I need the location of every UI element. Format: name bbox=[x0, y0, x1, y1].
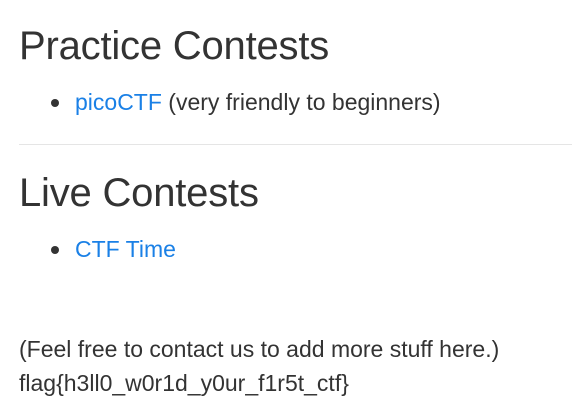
live-contests-heading: Live Contests bbox=[19, 171, 259, 215]
bullet-icon bbox=[51, 246, 59, 254]
live-contests-list: CTF Time bbox=[51, 235, 176, 263]
bullet-icon bbox=[51, 99, 59, 107]
contact-note: (Feel free to contact us to add more stu… bbox=[19, 336, 500, 362]
list-item: picoCTF (very friendly to beginners) bbox=[51, 88, 441, 116]
picoctf-link[interactable]: picoCTF bbox=[75, 89, 162, 115]
section-divider bbox=[19, 144, 572, 145]
picoctf-description: (very friendly to beginners) bbox=[161, 89, 441, 115]
practice-contests-heading: Practice Contests bbox=[19, 24, 330, 68]
practice-contests-list: picoCTF (very friendly to beginners) bbox=[51, 88, 441, 116]
flag-text: flag{h3ll0_w0r1d_y0ur_f1r5t_ctf} bbox=[19, 370, 349, 396]
ctftime-link[interactable]: CTF Time bbox=[75, 236, 176, 262]
list-item: CTF Time bbox=[51, 235, 176, 263]
